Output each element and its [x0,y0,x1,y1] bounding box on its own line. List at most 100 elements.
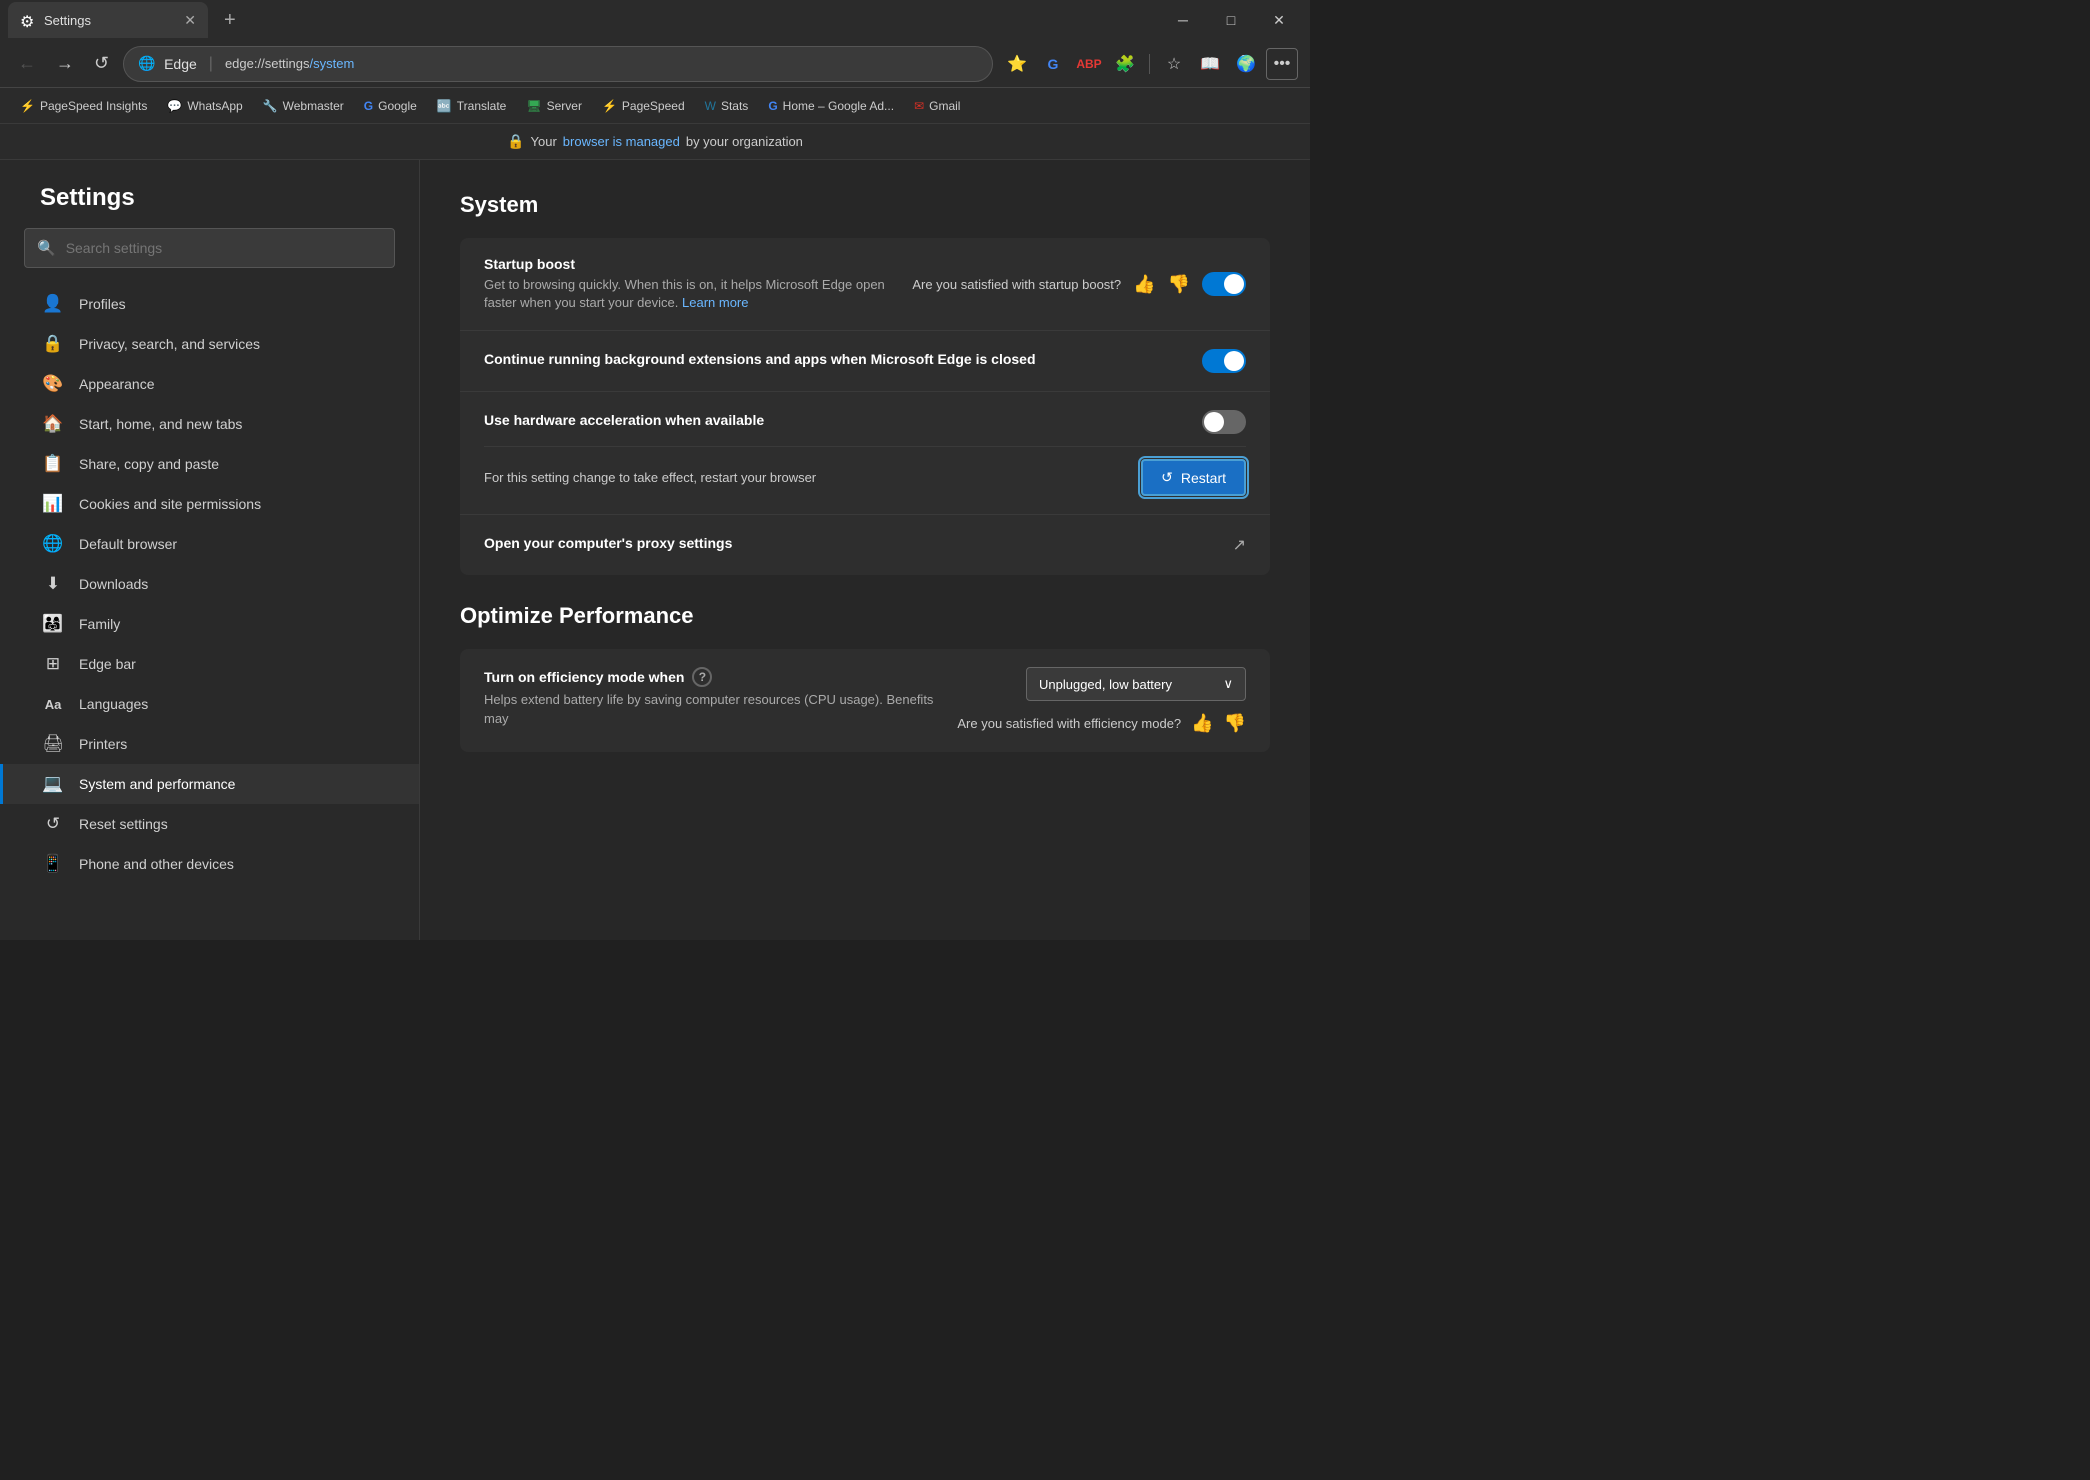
new-tab-button[interactable]: + [216,5,244,36]
sidebar-item-appearance[interactable]: 🎨 Appearance [0,364,419,404]
sidebar-item-label: Family [79,616,120,632]
profiles-icon: 👤 [43,294,63,314]
efficiency-mode-dropdown[interactable]: Unplugged, low battery ∨ [1026,667,1246,701]
sidebar-item-edge-bar[interactable]: ⊞ Edge bar [0,644,419,684]
address-bar[interactable]: 🌐 Edge | edge://settings/system [123,46,993,82]
google-bk-icon: G [364,99,373,113]
sidebar-item-profiles[interactable]: 👤 Profiles [0,284,419,324]
bookmark-label: Stats [721,99,748,113]
bookmark-label: Translate [457,99,507,113]
startup-boost-thumbdown[interactable]: 👎 [1168,274,1190,295]
sidebar-item-reset[interactable]: ↺ Reset settings [0,804,419,844]
efficiency-mode-content: Turn on efficiency mode when ? Helps ext… [484,667,941,727]
bookmark-stats[interactable]: W Stats [697,95,757,117]
bookmark-label: Gmail [929,99,960,113]
background-extensions-toggle[interactable] [1202,349,1246,373]
bookmark-pagespeed-insights[interactable]: ⚡ PageSpeed Insights [12,95,155,117]
bookmark-whatsapp[interactable]: 💬 WhatsApp [159,95,250,117]
pagespeed-icon: ⚡ [20,99,35,113]
sidebar-item-languages[interactable]: Aa Languages [0,684,419,724]
minimize-button[interactable]: ─ [1160,4,1206,36]
close-button[interactable]: ✕ [1256,4,1302,36]
sidebar-item-family[interactable]: 👨‍👩‍👧 Family [0,604,419,644]
settings-more-icon[interactable]: ••• [1266,48,1298,80]
maximize-button[interactable]: □ [1208,4,1254,36]
bookmark-webmaster[interactable]: 🔧 Webmaster [255,95,352,117]
restart-note: For this setting change to take effect, … [484,470,816,485]
sidebar-item-cookies[interactable]: 📊 Cookies and site permissions [0,484,419,524]
sidebar-item-label: Appearance [79,376,155,392]
bookmark-gmail[interactable]: ✉ Gmail [906,95,968,117]
reading-list-icon[interactable]: 📖 [1194,48,1226,80]
startup-boost-desc: Get to browsing quickly. When this is on… [484,276,896,312]
restart-button[interactable]: ↺ Restart [1141,459,1246,496]
efficiency-thumbdown[interactable]: 👎 [1224,713,1246,734]
url-settings-part: edge://settings [225,56,310,71]
bookmark-server[interactable]: 🖥 Server [518,95,590,117]
settings-tab[interactable]: ⚙ Settings ✕ [8,2,208,38]
background-extensions-content: Continue running background extensions a… [484,351,1186,371]
bookmark-home-ads[interactable]: G Home – Google Ad... [760,95,902,117]
efficiency-mode-row: Turn on efficiency mode when ? Helps ext… [460,649,1270,752]
sidebar-item-printers[interactable]: 🖨 Printers [0,724,419,764]
startup-boost-learn-more-link[interactable]: Learn more [682,295,748,310]
efficiency-thumbup[interactable]: 👍 [1191,713,1213,734]
sidebar-item-default-browser[interactable]: 🌐 Default browser [0,524,419,564]
bookmark-pagespeed2[interactable]: ⚡ PageSpeed [594,95,693,117]
address-url: edge://settings/system [225,56,354,71]
bookmark-label: Home – Google Ad... [783,99,894,113]
extensions-icon[interactable]: 🧩 [1109,48,1141,80]
sidebar-item-label: Printers [79,736,127,752]
search-settings-box[interactable]: 🔍 [24,228,395,268]
restart-label: Restart [1181,470,1226,486]
sidebar-item-downloads[interactable]: ⬇ Downloads [0,564,419,604]
bookmark-label: PageSpeed Insights [40,99,147,113]
sidebar-item-start-home[interactable]: 🏠 Start, home, and new tabs [0,404,419,444]
pagespeed2-icon: ⚡ [602,99,617,113]
sidebar-item-privacy[interactable]: 🔒 Privacy, search, and services [0,324,419,364]
tab-title: Settings [44,13,176,28]
printers-icon: 🖨 [43,734,63,754]
tab-close-button[interactable]: ✕ [184,12,196,29]
managed-text-before: Your [531,134,557,149]
background-extensions-title: Continue running background extensions a… [484,351,1186,367]
cookies-icon: 📊 [43,494,63,514]
search-input[interactable] [66,240,382,256]
optimize-performance-card: Turn on efficiency mode when ? Helps ext… [460,649,1270,752]
sidebar-item-label: Downloads [79,576,148,592]
back-button[interactable]: ← [12,47,42,80]
startup-boost-toggle[interactable] [1202,272,1246,296]
url-path-part: /system [310,56,355,71]
hardware-accel-row: Use hardware acceleration when available… [460,392,1270,515]
refresh-button[interactable]: ↺ [88,47,115,80]
family-icon: 👨‍👩‍👧 [43,614,63,634]
efficiency-mode-title: Turn on efficiency mode when ? [484,667,941,687]
reset-icon: ↺ [43,814,63,834]
collections-icon[interactable]: ☆ [1158,48,1190,80]
edge-logo-icon: 🌐 [138,55,156,73]
bookmark-label: Webmaster [283,99,344,113]
browser-managed-link[interactable]: browser is managed [563,134,680,149]
user-profile-icon[interactable]: 🌍 [1230,48,1262,80]
sidebar-item-phone[interactable]: 📱 Phone and other devices [0,844,419,884]
home-ads-icon: G [768,99,777,113]
proxy-settings-row[interactable]: Open your computer's proxy settings ↗ [460,515,1270,575]
adblock-icon[interactable]: ABP [1073,48,1105,80]
chevron-down-icon: ∨ [1223,676,1233,692]
sidebar-item-system[interactable]: 💻 System and performance [0,764,419,804]
content-area: System Startup boost Get to browsing qui… [420,160,1310,940]
sidebar-item-label: Reset settings [79,816,168,832]
bookmark-translate[interactable]: 🔤 Translate [429,95,515,117]
startup-boost-row: Startup boost Get to browsing quickly. W… [460,238,1270,331]
forward-button[interactable]: → [50,47,80,80]
efficiency-info-icon[interactable]: ? [692,667,712,687]
sidebar-nav: 👤 Profiles 🔒 Privacy, search, and servic… [0,284,419,940]
hardware-accel-toggle[interactable] [1202,410,1246,434]
favorites-icon[interactable]: ⭐ [1001,48,1033,80]
titlebar: ⚙ Settings ✕ + ─ □ ✕ [0,0,1310,40]
startup-boost-thumbup[interactable]: 👍 [1133,274,1155,295]
bg-ext-toggle-thumb [1224,351,1244,371]
bookmark-google[interactable]: G Google [356,95,425,117]
google-icon[interactable]: G [1037,48,1069,80]
sidebar-item-share-copy[interactable]: 📋 Share, copy and paste [0,444,419,484]
